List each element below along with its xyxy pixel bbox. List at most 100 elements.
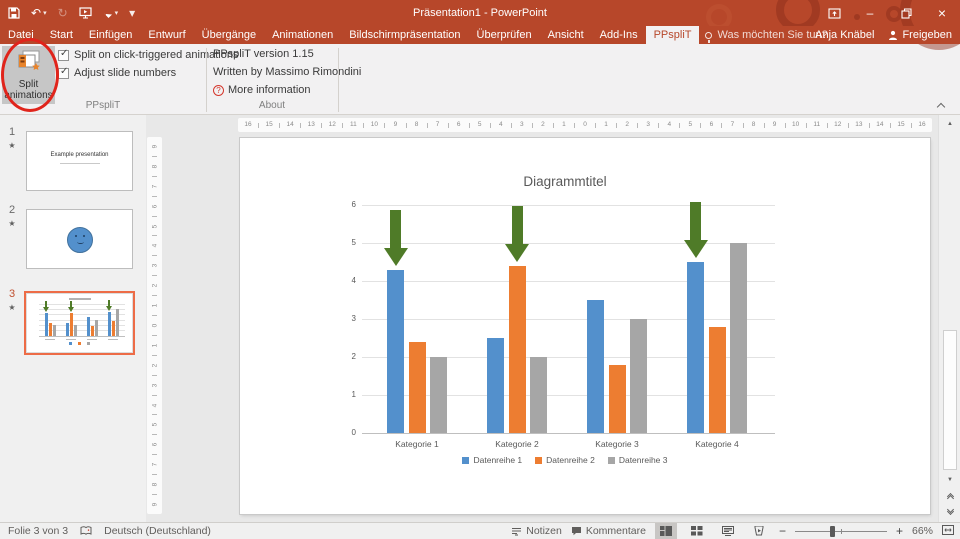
split-animations-button[interactable]: Split animations (2, 46, 55, 104)
tab-einfügen[interactable]: Einfügen (81, 26, 140, 44)
spellcheck-button[interactable] (80, 526, 92, 536)
tab-ansicht[interactable]: Ansicht (540, 26, 592, 44)
bar-series3-cat2 (74, 325, 77, 336)
more-information-link[interactable]: ? More information (213, 84, 311, 96)
tell-me-search[interactable]: Was möchten Sie tun? (705, 26, 827, 44)
account-name[interactable]: Anja Knäbel (815, 29, 874, 41)
tab-datei[interactable]: Datei (0, 26, 42, 44)
about-version-line: PPspliT version 1.15 (213, 48, 314, 60)
slide-thumbnail-1[interactable]: Example presentation (26, 131, 133, 191)
zoom-level[interactable]: 66% (912, 525, 933, 537)
checkbox-split-on-click[interactable]: ✓ Split on click-triggered animations (58, 48, 238, 62)
arrow-shaft (690, 202, 701, 240)
ruler-number: 5 (147, 415, 162, 434)
tab-animationen[interactable]: Animationen (264, 26, 341, 44)
green-down-arrow (384, 210, 408, 266)
ruler-number: 6 (449, 118, 469, 132)
tab-add-ins[interactable]: Add-Ins (592, 26, 646, 44)
redo-icon: ↻ (58, 7, 68, 19)
minimize-button[interactable]: – (852, 0, 888, 26)
zoom-slider-thumb[interactable] (830, 526, 835, 537)
touch-mouse-mode-button[interactable]: ▾ (103, 7, 119, 19)
ruler-number: 3 (512, 118, 532, 132)
chart-plot-area (362, 205, 775, 433)
tab-ppsplit[interactable]: PPspliT (646, 26, 700, 44)
zoom-in-button[interactable]: + (896, 525, 903, 537)
split-animations-label: Split animations (2, 79, 55, 101)
x-axis-label (66, 339, 76, 340)
bar-series2-cat2 (509, 266, 526, 433)
status-bar: Folie 3 von 3 Deutsch (Deutschland) Noti… (0, 522, 960, 539)
comments-toggle[interactable]: Kommentare (571, 525, 646, 537)
view-normal-button[interactable] (655, 523, 677, 539)
legend-swatch (78, 342, 81, 345)
next-slide-button[interactable] (939, 505, 960, 519)
slide-thumbnail-2[interactable] (26, 209, 133, 269)
tab-überprüfen[interactable]: Überprüfen (469, 26, 540, 44)
window-controls: – × (816, 0, 960, 26)
x-axis-label (108, 339, 118, 340)
view-slideshow-button[interactable] (748, 523, 770, 539)
view-slide-sorter-button[interactable] (686, 523, 708, 539)
previous-slide-button[interactable] (939, 489, 960, 503)
checkbox-icon: ✓ (58, 68, 69, 79)
bar-series1-cat1 (387, 270, 404, 433)
collapse-ribbon-button[interactable] (938, 97, 950, 107)
ruler-number: 1 (554, 118, 574, 132)
bar-series1-cat3 (87, 317, 90, 336)
slide-canvas[interactable]: Diagrammtitel0123456Kategorie 1Kategorie… (240, 138, 930, 514)
scrollbar-thumb[interactable] (943, 330, 957, 470)
title-bar: ↶ ▾ ↻ ▾ ▾ Präsentation1 - PowerPoint – (0, 0, 960, 26)
undo-button[interactable]: ↶ ▾ (31, 7, 47, 19)
gridline (39, 314, 125, 315)
y-axis-label: 1 (340, 390, 356, 399)
chart[interactable]: Diagrammtitel0123456Kategorie 1Kategorie… (340, 174, 790, 474)
bar-series1-cat2 (66, 323, 69, 336)
ribbon: Split animations ✓ Split on click-trigge… (0, 44, 960, 115)
legend-swatch (69, 342, 72, 345)
arrow-head (384, 248, 408, 266)
ruler-number: 7 (722, 118, 742, 132)
start-slideshow-button[interactable] (79, 7, 92, 19)
vertical-scrollbar[interactable]: ▲ ▼ (938, 115, 960, 522)
ruler-number: 11 (343, 118, 363, 132)
ruler-number: 13 (301, 118, 321, 132)
bar-series3-cat3 (95, 320, 98, 336)
ruler-number: 10 (364, 118, 384, 132)
quick-access-toolbar: ↶ ▾ ↻ ▾ ▾ (8, 0, 135, 26)
checkbox-icon: ✓ (58, 50, 69, 61)
zoom-out-button[interactable]: − (779, 525, 786, 537)
language-selector[interactable]: Deutsch (Deutschland) (104, 525, 211, 537)
bar-series1-cat2 (487, 338, 504, 433)
ribbon-tab-bar: DateiStartEinfügenEntwurfÜbergängeAnimat… (0, 26, 960, 44)
redo-button[interactable]: ↻ (58, 7, 68, 19)
customize-qat-button[interactable]: ▾ (129, 7, 135, 19)
arrow-head (106, 306, 112, 311)
save-button[interactable] (8, 7, 20, 19)
ruler-number: 0 (575, 118, 595, 132)
checkbox-adjust-slide-numbers[interactable]: ✓ Adjust slide numbers (58, 66, 176, 80)
ruler-number: 7 (147, 455, 162, 474)
scroll-up-button[interactable]: ▲ (939, 117, 960, 131)
tab-start[interactable]: Start (42, 26, 81, 44)
tab-entwurf[interactable]: Entwurf (140, 26, 193, 44)
split-animations-icon (17, 50, 41, 76)
fit-window-icon (942, 525, 954, 535)
fit-slide-to-window-button[interactable] (942, 525, 954, 538)
help-icon: ? (213, 85, 224, 96)
tab-übergänge[interactable]: Übergänge (194, 26, 264, 44)
ribbon-display-options-button[interactable] (816, 0, 852, 26)
slide-thumbnail-3[interactable] (26, 293, 133, 353)
gridline (39, 304, 125, 305)
bar-series2-cat4 (709, 327, 726, 433)
tab-bildschirmpräsentation[interactable]: Bildschirmpräsentation (341, 26, 468, 44)
view-reading-button[interactable] (717, 523, 739, 539)
close-button[interactable]: × (924, 0, 960, 26)
share-button[interactable]: Freigeben (888, 29, 952, 41)
scroll-down-button[interactable]: ▼ (939, 473, 960, 487)
ruler-number: 6 (701, 118, 721, 132)
notes-toggle[interactable]: Notizen (511, 525, 562, 537)
restore-button[interactable] (888, 0, 924, 26)
horizontal-ruler: 1615141312111098765432101234567891011121… (238, 118, 932, 132)
zoom-slider[interactable] (795, 525, 887, 537)
